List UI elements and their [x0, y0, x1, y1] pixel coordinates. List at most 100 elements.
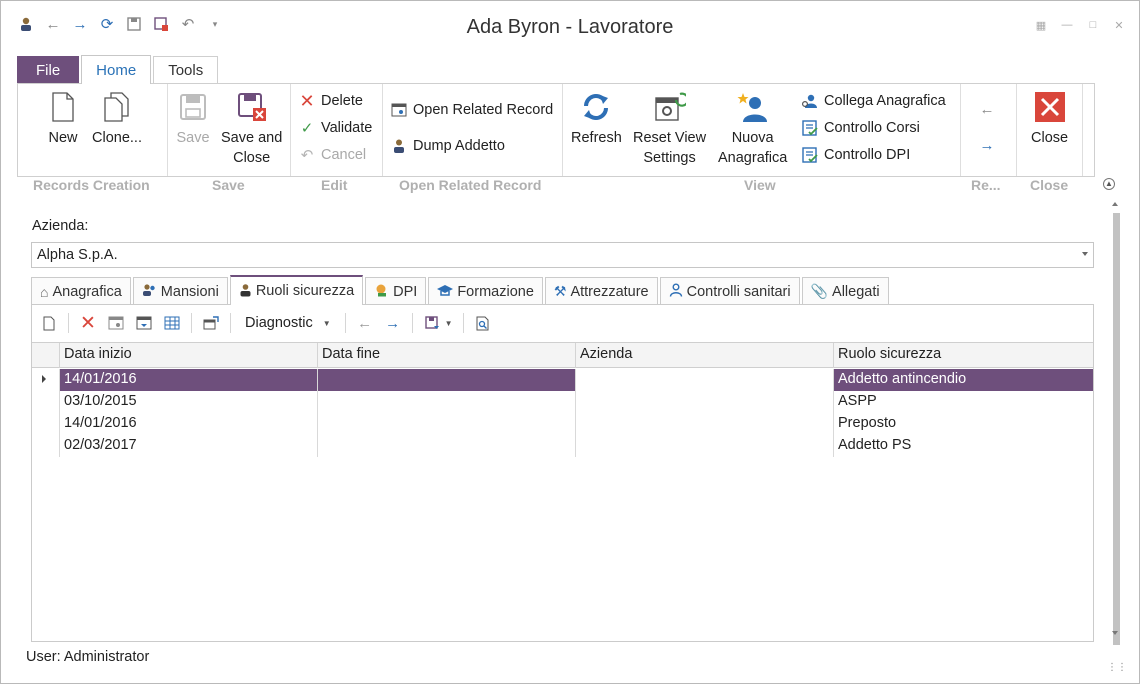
- title-bar: ← → ⟳ ↶ ▾ Ada Byron - Lavoratore ▦ — □ ✕: [1, 1, 1139, 55]
- grid-view-icon[interactable]: [163, 314, 181, 332]
- tab-mansioni[interactable]: Mansioni: [132, 277, 228, 305]
- cancel-button[interactable]: ↶ Cancel: [299, 144, 366, 166]
- validate-button[interactable]: ✓ Validate: [299, 117, 373, 139]
- cell-data-inizio[interactable]: 03/10/2015: [59, 391, 317, 413]
- controllo-corsi-button[interactable]: Controllo Corsi: [802, 117, 920, 139]
- cell-azienda[interactable]: [575, 435, 833, 457]
- group-label-open-related-record: Open Related Record: [399, 177, 542, 193]
- forward-arrow-icon[interactable]: →: [384, 314, 402, 332]
- record-view-icon[interactable]: [135, 314, 153, 332]
- group-label-records-creation: Records Creation: [33, 177, 150, 193]
- nuova-anagrafica-button[interactable]: Nuova Anagrafica: [718, 90, 787, 168]
- chevron-down-icon[interactable]: [1082, 252, 1088, 256]
- collapse-ribbon-icon[interactable]: ▲: [1103, 178, 1115, 190]
- collega-anagrafica-button[interactable]: Collega Anagrafica: [802, 90, 946, 112]
- toolbar-separator: [68, 313, 69, 333]
- cell-data-fine[interactable]: [317, 391, 575, 413]
- cell-data-fine[interactable]: [317, 413, 575, 435]
- window-link-icon[interactable]: [107, 314, 125, 332]
- column-header-data-fine[interactable]: Data fine: [317, 343, 575, 368]
- tab-allegati[interactable]: 📎 Allegati: [801, 277, 889, 305]
- back-arrow-icon[interactable]: ←: [356, 314, 374, 332]
- tab-formazione[interactable]: Formazione: [428, 277, 543, 305]
- cell-ruolo-sicurezza[interactable]: ASPP: [833, 391, 1093, 413]
- close-button[interactable]: Close: [1031, 90, 1068, 148]
- vertical-scrollbar[interactable]: [1109, 199, 1123, 645]
- cell-ruolo-sicurezza[interactable]: Preposto: [833, 413, 1093, 435]
- table-row[interactable]: 14/01/2016 Addetto antincendio: [32, 369, 1093, 391]
- back-arrow-icon: ←: [979, 100, 995, 118]
- unlink-window-icon[interactable]: [202, 314, 220, 332]
- checklist-icon: [802, 147, 818, 163]
- cell-azienda[interactable]: [575, 413, 833, 435]
- new-document-icon: [46, 90, 80, 124]
- tab-attrezzature[interactable]: ⚒ Attrezzature: [544, 277, 658, 305]
- group-records-creation: New Clone...: [18, 84, 168, 176]
- scroll-up-icon[interactable]: [1112, 202, 1118, 206]
- next-record-button[interactable]: →: [979, 134, 995, 156]
- tab-tools[interactable]: Tools: [153, 56, 219, 84]
- column-header-ruolo-sicurezza[interactable]: Ruolo sicurezza: [833, 343, 1093, 368]
- clone-button[interactable]: Clone...: [92, 90, 142, 148]
- table-row[interactable]: 14/01/2016 Preposto: [32, 413, 1093, 435]
- controllo-dpi-button[interactable]: Controllo DPI: [802, 144, 910, 166]
- dump-addetto-button[interactable]: Dump Addetto: [391, 135, 505, 157]
- cell-data-fine[interactable]: [317, 369, 575, 391]
- diagnostic-dropdown[interactable]: Diagnostic ▼: [241, 315, 335, 331]
- delete-x-icon[interactable]: ✕: [79, 313, 97, 334]
- new-document-icon[interactable]: [40, 314, 58, 332]
- group-re: ← →: [961, 84, 1017, 176]
- tab-dpi[interactable]: DPI: [365, 277, 427, 305]
- new-button[interactable]: New: [46, 90, 80, 148]
- chevron-down-icon[interactable]: ▼: [445, 319, 453, 328]
- table-row[interactable]: 03/10/2015 ASPP: [32, 391, 1093, 413]
- column-header-azienda[interactable]: Azienda: [575, 343, 833, 368]
- delete-button[interactable]: ✕ Delete: [299, 90, 362, 112]
- close-window-icon[interactable]: ✕: [1113, 19, 1125, 32]
- close-x-icon: [1033, 90, 1067, 124]
- tab-file[interactable]: File: [17, 56, 80, 84]
- group-label-save: Save: [212, 177, 245, 193]
- previous-record-button[interactable]: ←: [979, 98, 995, 120]
- cell-data-fine[interactable]: [317, 435, 575, 457]
- cell-ruolo-sicurezza[interactable]: Addetto PS: [833, 435, 1093, 457]
- save-menu-icon[interactable]: [423, 314, 441, 332]
- cell-azienda[interactable]: [575, 391, 833, 413]
- save-button[interactable]: Save: [176, 90, 210, 148]
- paperclip-icon: 📎: [810, 283, 829, 299]
- open-related-record-button[interactable]: Open Related Record: [391, 99, 553, 121]
- toolbar-separator: [344, 313, 346, 333]
- tab-ruoli-sicurezza[interactable]: Ruoli sicurezza: [229, 275, 364, 305]
- refresh-button[interactable]: Refresh: [571, 90, 622, 148]
- window-controls: ▦ — □ ✕: [1035, 19, 1125, 32]
- tab-anagrafica[interactable]: ⌂ Anagrafica: [31, 277, 131, 305]
- save-and-close-button[interactable]: Save and Close: [221, 90, 282, 168]
- cell-azienda[interactable]: [575, 369, 833, 391]
- clone-icon: [100, 90, 134, 124]
- reset-view-settings-button[interactable]: Reset View Settings: [633, 90, 706, 168]
- worker-icon: [391, 138, 407, 154]
- tab-home[interactable]: Home: [81, 55, 152, 84]
- scroll-down-icon[interactable]: [1112, 631, 1118, 635]
- cell-data-inizio[interactable]: 02/03/2017: [59, 435, 317, 457]
- scrollbar-thumb[interactable]: [1113, 213, 1120, 645]
- row-indicator-icon: [42, 375, 46, 383]
- column-header-data-inizio[interactable]: Data inizio: [59, 343, 317, 368]
- link-person-icon: [802, 93, 818, 109]
- table-row[interactable]: 02/03/2017 Addetto PS: [32, 435, 1093, 457]
- cell-ruolo-sicurezza[interactable]: Addetto antincendio: [833, 369, 1093, 391]
- restore-icon[interactable]: ▦: [1035, 19, 1047, 32]
- minimize-icon[interactable]: —: [1061, 19, 1073, 32]
- group-label-view: View: [744, 177, 776, 193]
- toolbar-separator: [462, 313, 464, 333]
- tab-controlli-sanitari[interactable]: Controlli sanitari: [659, 277, 800, 305]
- azienda-label: Azienda:: [32, 218, 89, 234]
- search-document-icon[interactable]: [474, 314, 492, 332]
- azienda-combobox[interactable]: Alpha S.p.A.: [31, 242, 1094, 268]
- resize-grip-icon[interactable]: ⋮⋮: [1107, 662, 1127, 673]
- maximize-icon[interactable]: □: [1087, 19, 1099, 32]
- worker-icon: [239, 283, 252, 300]
- toolbar-separator: [191, 313, 192, 333]
- cell-data-inizio[interactable]: 14/01/2016: [59, 369, 317, 391]
- cell-data-inizio[interactable]: 14/01/2016: [59, 413, 317, 435]
